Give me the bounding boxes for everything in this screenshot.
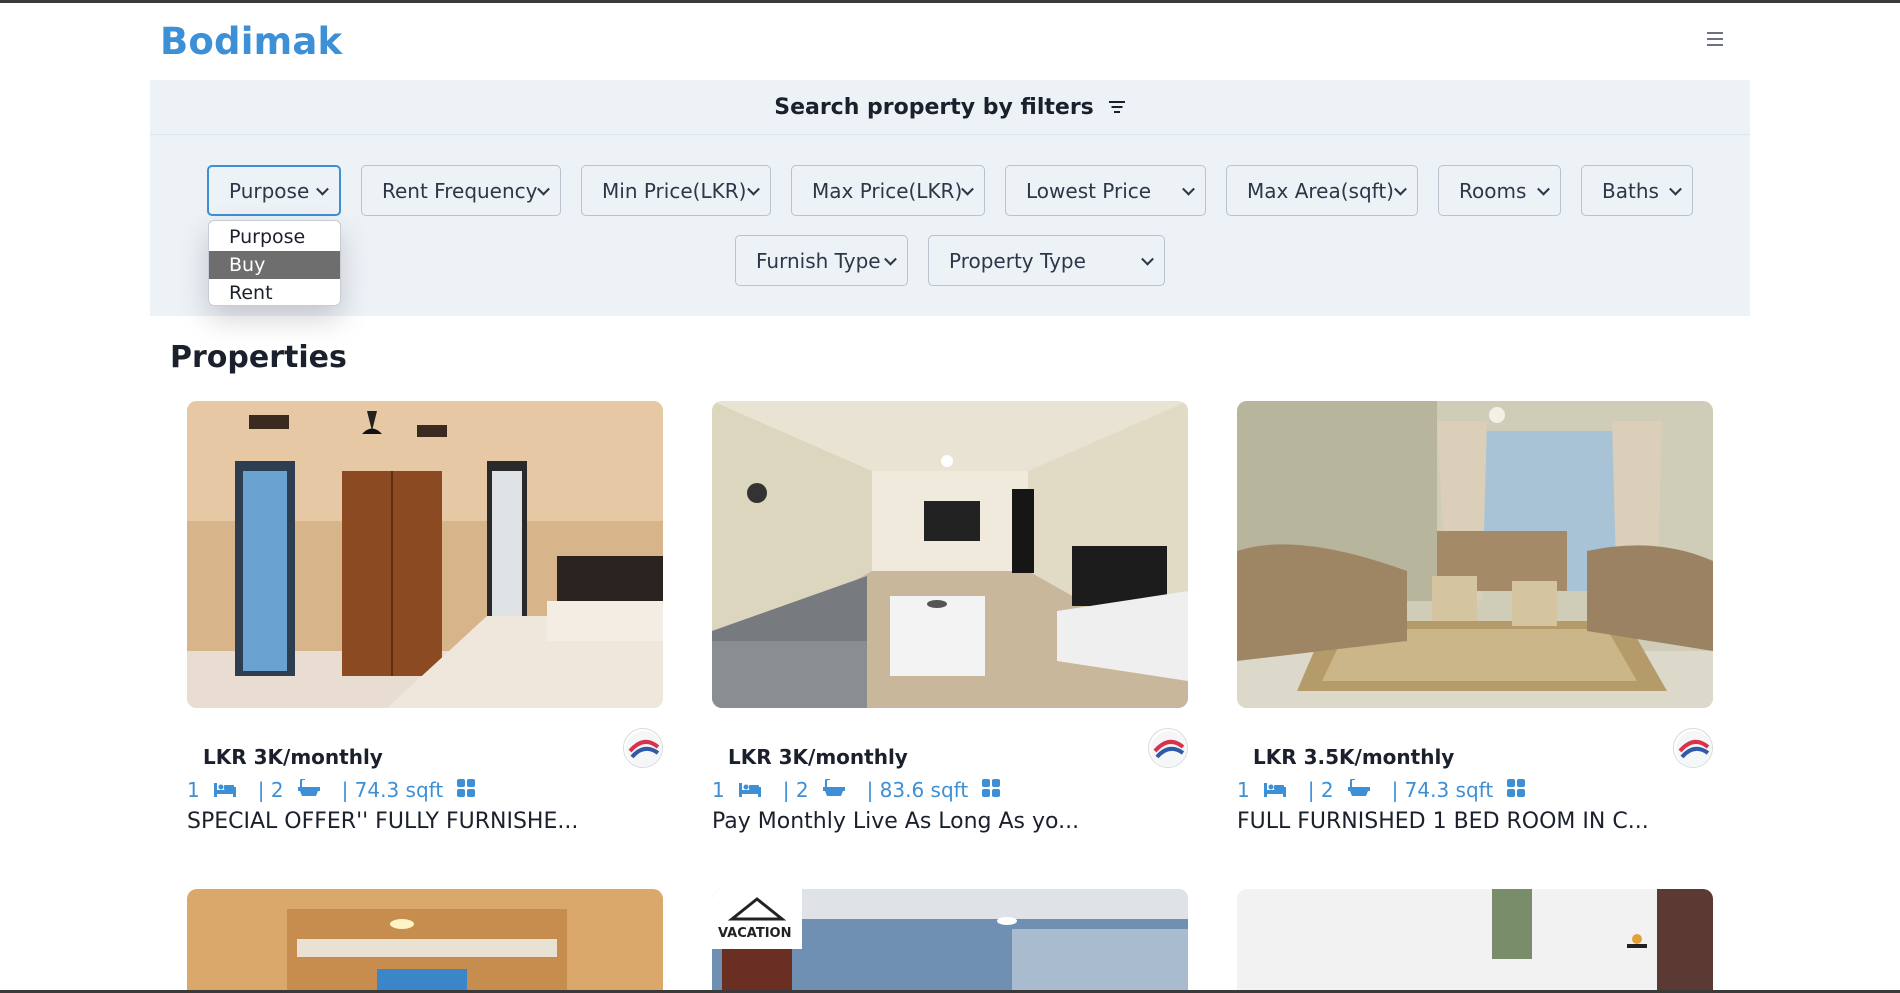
purpose-select-label: Purpose (229, 178, 310, 203)
property-title[interactable]: FULL FURNISHED 1 BED ROOM IN C... (1237, 809, 1649, 834)
properties-heading: Properties (170, 340, 347, 375)
agency-logo[interactable] (623, 728, 663, 768)
chevron-down-icon (537, 182, 550, 196)
rooms-count: 1 (712, 778, 725, 802)
property-image[interactable] (187, 401, 663, 708)
property-image[interactable] (187, 889, 663, 993)
max-price-select-label: Max Price(LKR) (812, 178, 963, 203)
chevron-down-icon (1537, 182, 1550, 196)
property-card[interactable]: LKR 3K/monthly 1 | 2 | 83.6 sqft Pay Mon… (712, 401, 1188, 834)
chevron-down-icon (884, 252, 897, 266)
vacation-badge: VACATION (718, 926, 791, 941)
property-card[interactable]: LKR 3K/monthly 1 | 2 | 74.3 sqft SPECIAL… (187, 401, 663, 834)
brand-logo[interactable]: Bodimak (160, 20, 342, 63)
property-card[interactable]: LKR 3.5K/monthly 1 | 2 | 74.3 sqft FULL … (1237, 401, 1713, 834)
rent-frequency-select-label: Rent Frequency (382, 178, 538, 203)
furnish-type-select-label: Furnish Type (756, 248, 881, 273)
area-value: | 74.3 sqft (1391, 778, 1494, 802)
property-type-select[interactable]: Property Type (928, 235, 1165, 286)
bed-icon (1263, 778, 1286, 802)
chevron-down-icon (747, 182, 760, 196)
baths-count: | 2 (782, 778, 809, 802)
chevron-down-icon (1669, 182, 1682, 196)
rooms-select[interactable]: Rooms (1438, 165, 1561, 216)
bed-icon (213, 778, 236, 802)
grid-icon (457, 778, 476, 802)
rooms-count: 1 (187, 778, 200, 802)
dropdown-option-rent[interactable]: Rent (209, 279, 340, 305)
property-image[interactable]: VACATION (712, 889, 1188, 993)
lowest-price-select[interactable]: Lowest Price (1005, 165, 1206, 216)
bath-icon (822, 778, 845, 802)
chevron-down-icon (1182, 182, 1195, 196)
purpose-dropdown-menu: Purpose Buy Rent (208, 220, 341, 306)
baths-count: | 2 (257, 778, 284, 802)
baths-select[interactable]: Baths (1581, 165, 1693, 216)
grid-icon (982, 778, 1001, 802)
lowest-price-select-label: Lowest Price (1026, 178, 1152, 203)
min-price-select[interactable]: Min Price(LKR) (581, 165, 771, 216)
dropdown-option-purpose[interactable]: Purpose (209, 223, 340, 251)
area-value: | 74.3 sqft (341, 778, 444, 802)
property-price: LKR 3K/monthly (203, 745, 383, 769)
menu-icon[interactable] (1707, 32, 1725, 46)
property-image[interactable] (1237, 889, 1713, 993)
window-top-border (0, 0, 1900, 3)
chevron-down-icon (316, 182, 329, 196)
property-title[interactable]: Pay Monthly Live As Long As yo... (712, 809, 1079, 834)
area-value: | 83.6 sqft (866, 778, 969, 802)
property-price: LKR 3.5K/monthly (1253, 745, 1455, 769)
purpose-select[interactable]: Purpose (207, 165, 341, 216)
property-type-select-label: Property Type (949, 248, 1086, 273)
filter-title: Search property by filters (774, 94, 1094, 120)
bath-icon (297, 778, 320, 802)
dropdown-option-buy[interactable]: Buy (209, 251, 340, 279)
max-area-select-label: Max Area(sqft) (1247, 178, 1394, 203)
chevron-down-icon (1141, 252, 1154, 266)
property-title[interactable]: SPECIAL OFFER'' FULLY FURNISHE... (187, 809, 578, 834)
grid-icon (1507, 778, 1526, 802)
rooms-count: 1 (1237, 778, 1250, 802)
property-image[interactable] (712, 401, 1188, 708)
filter-icon[interactable] (1108, 101, 1126, 113)
filter-header: Search property by filters (150, 80, 1750, 135)
agency-logo[interactable] (1673, 728, 1713, 768)
property-meta: 1 | 2 | 74.3 sqft (1237, 775, 1547, 805)
agency-logo[interactable] (1148, 728, 1188, 768)
min-price-select-label: Min Price(LKR) (602, 178, 747, 203)
navbar: Bodimak (160, 18, 1760, 68)
chevron-down-icon (1394, 182, 1407, 196)
furnish-type-select[interactable]: Furnish Type (735, 235, 908, 286)
property-meta: 1 | 2 | 74.3 sqft (187, 775, 497, 805)
property-price: LKR 3K/monthly (728, 745, 908, 769)
baths-count: | 2 (1307, 778, 1334, 802)
property-meta: 1 | 2 | 83.6 sqft (712, 775, 1022, 805)
max-area-select[interactable]: Max Area(sqft) (1226, 165, 1418, 216)
bath-icon (1347, 778, 1370, 802)
bed-icon (738, 778, 761, 802)
rent-frequency-select[interactable]: Rent Frequency (361, 165, 561, 216)
baths-select-label: Baths (1602, 178, 1659, 203)
property-image[interactable] (1237, 401, 1713, 708)
chevron-down-icon (961, 182, 974, 196)
max-price-select[interactable]: Max Price(LKR) (791, 165, 985, 216)
rooms-select-label: Rooms (1459, 178, 1527, 203)
